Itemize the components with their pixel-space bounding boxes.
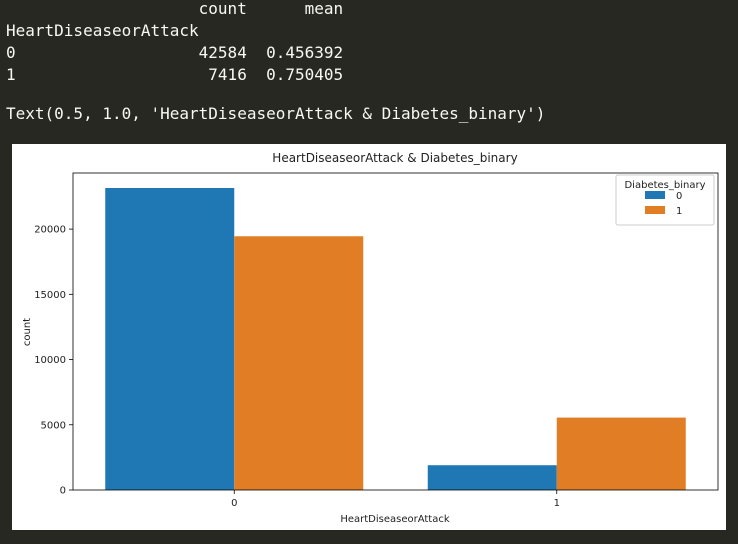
legend: Diabetes_binary 0 1 <box>615 174 715 226</box>
bar-series-0-category-0 <box>105 188 235 490</box>
legend-title: Diabetes_binary <box>624 180 705 191</box>
x-axis-label: HeartDiseaseorAttack <box>340 514 450 525</box>
bar-series-0-category-1 <box>427 465 557 490</box>
bar-chart: HeartDiseaseorAttack & Diabetes_binary H… <box>22 151 719 525</box>
output-text-repr: Text(0.5, 1.0, 'HeartDiseaseorAttack & D… <box>6 104 546 123</box>
y-axis-label: count <box>22 318 33 346</box>
legend-label-1: 1 <box>676 206 682 217</box>
plot-area: 0 5000 10000 15000 20000 0 1 <box>34 172 719 509</box>
x-tick-label: 0 <box>231 498 237 509</box>
y-tick-label: 5000 <box>41 420 66 431</box>
y-tick-label: 15000 <box>34 290 66 301</box>
legend-swatch-0 <box>645 191 665 199</box>
bar-series-1-category-1 <box>556 417 686 490</box>
bar-series-1-category-0 <box>234 236 364 490</box>
legend-swatch-1 <box>645 206 665 214</box>
chart-title: HeartDiseaseorAttack & Diabetes_binary <box>272 151 517 165</box>
y-tick-label: 0 <box>60 486 66 497</box>
output-table-index-name: HeartDiseaseorAttack <box>6 21 199 40</box>
y-tick-label: 10000 <box>34 355 66 366</box>
chart-figure: HeartDiseaseorAttack & Diabetes_binary H… <box>12 144 726 530</box>
output-table-row: 0 42584 0.456392 <box>6 43 344 62</box>
output-table-header: count mean <box>6 0 344 18</box>
legend-label-0: 0 <box>676 191 682 202</box>
x-tick-label: 1 <box>554 498 560 509</box>
y-tick-label: 20000 <box>34 225 66 236</box>
output-table-row: 1 7416 0.750405 <box>6 65 344 84</box>
